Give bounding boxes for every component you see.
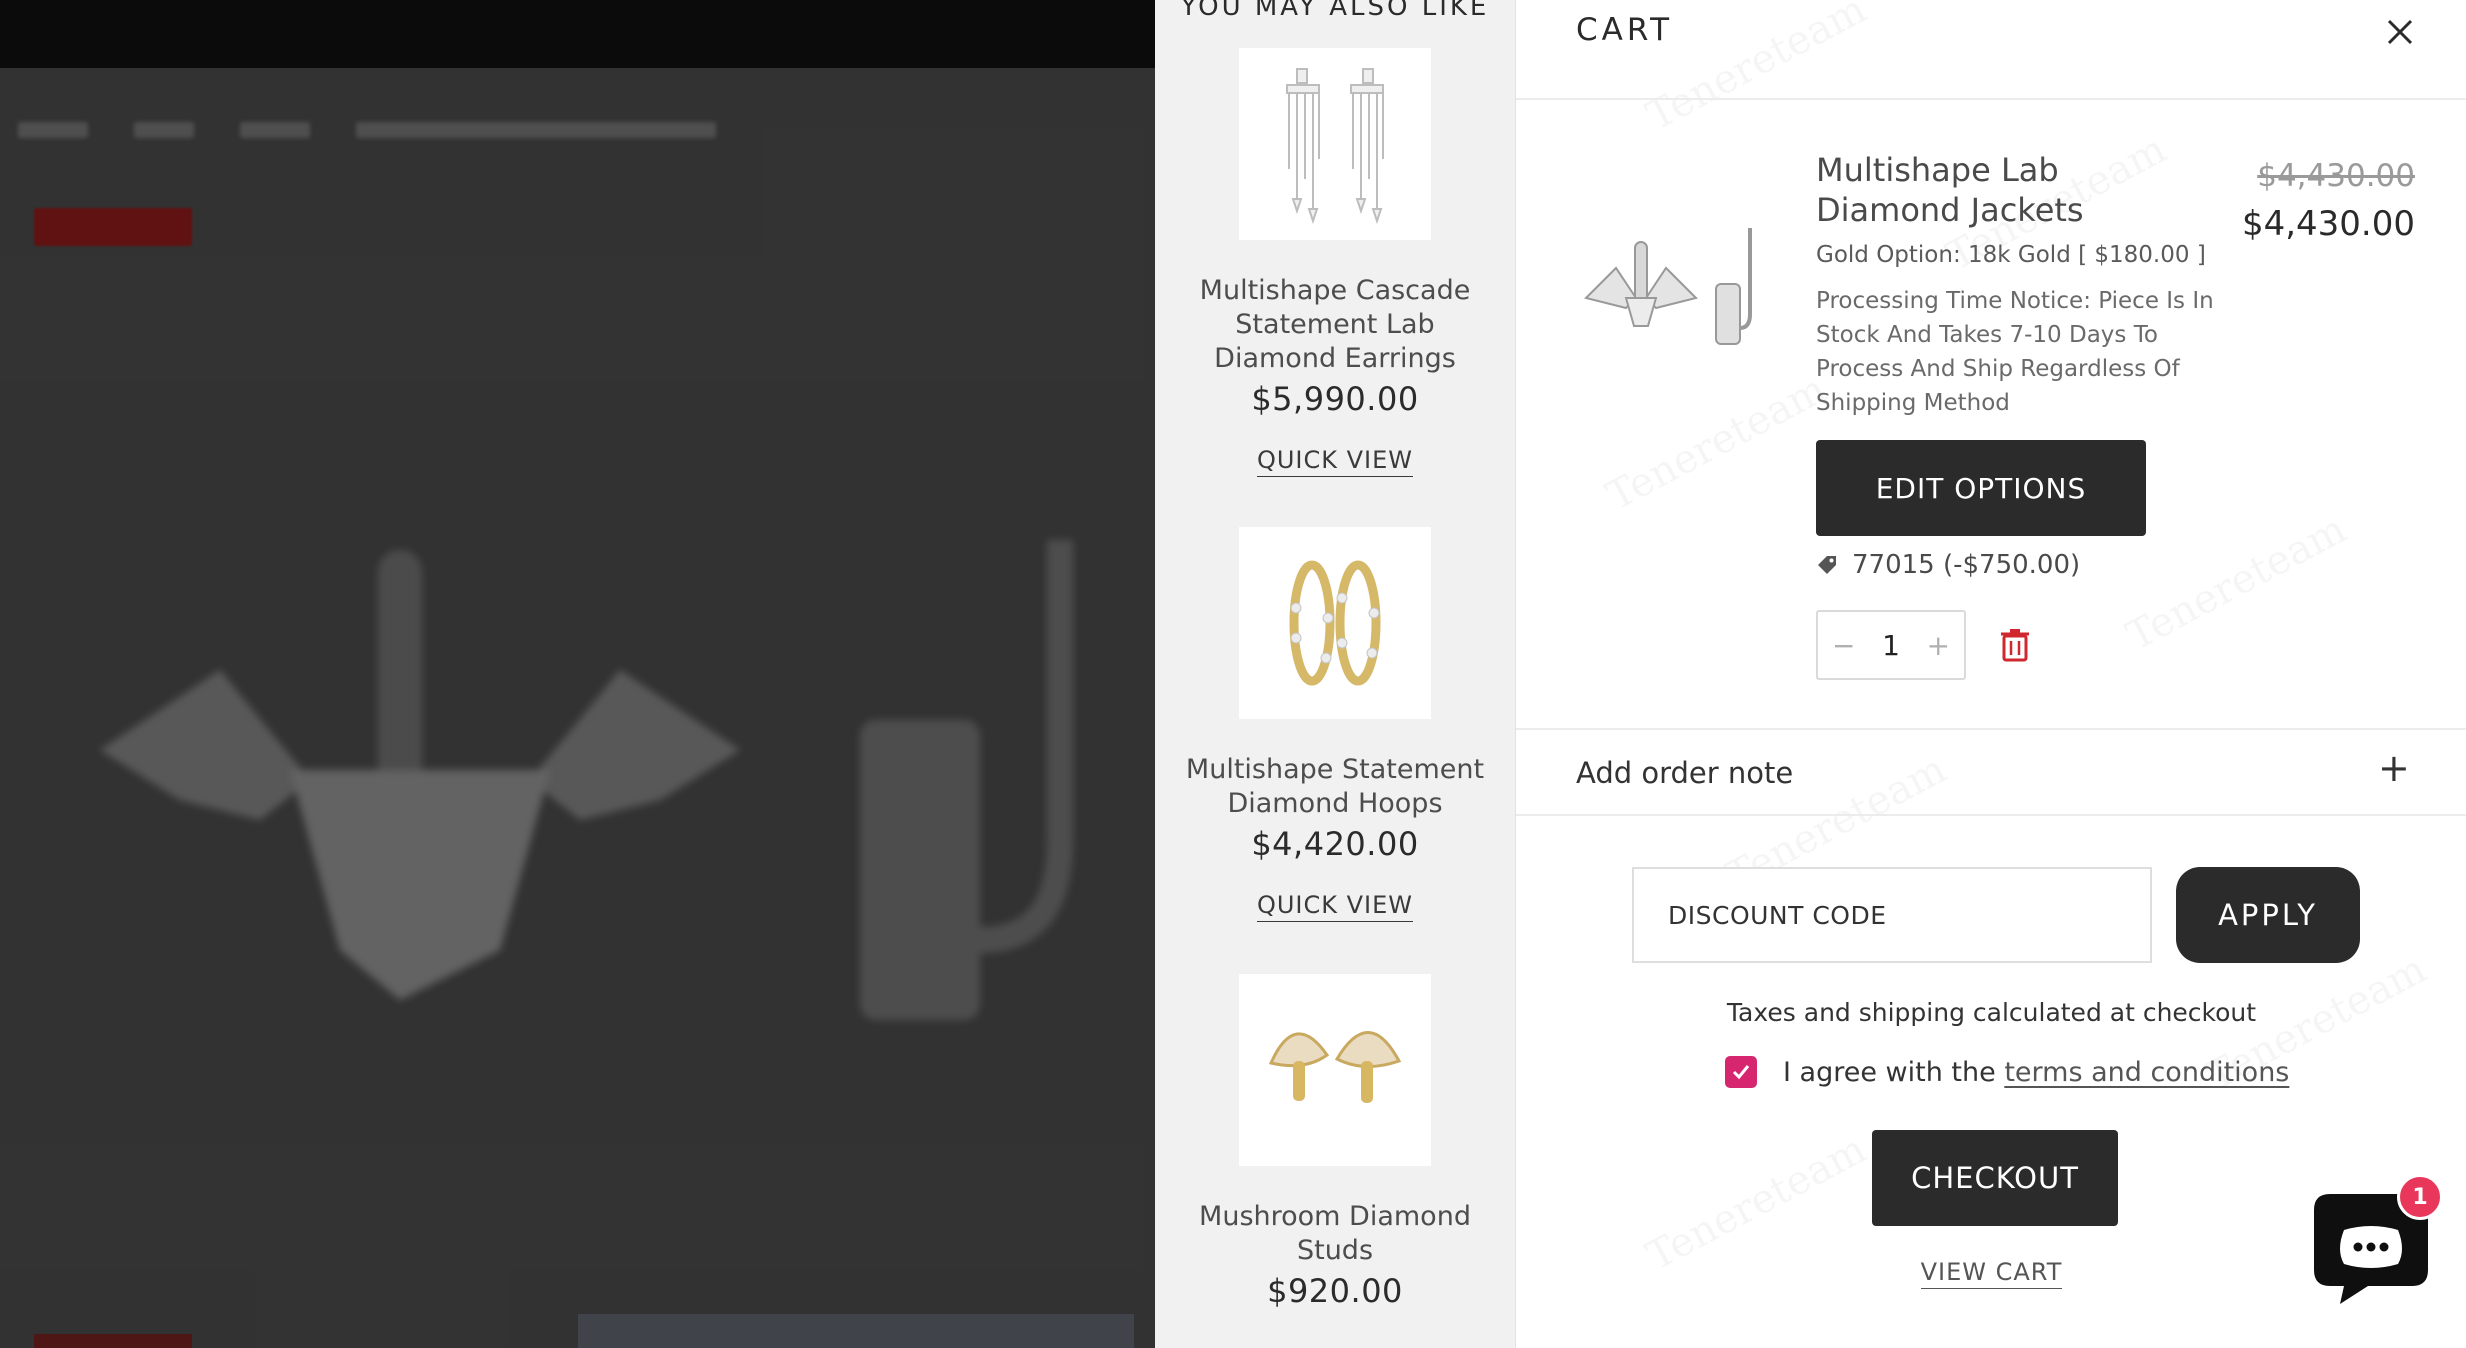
cart-drawer: Tenereteam Tenereteam Tenereteam Teneret… [1515, 0, 2466, 1348]
upsell-item-image[interactable] [1239, 974, 1431, 1166]
upsell-item-name[interactable]: Multishape Statement Diamond Hoops [1155, 753, 1515, 821]
upsell-panel: YOU MAY ALSO LIKE Multishape Cascade Sta… [1155, 0, 1515, 1348]
watermark: Tenereteam [1639, 1126, 1873, 1280]
upsell-item[interactable]: Mushroom Diamond Studs $920.00 [1155, 974, 1515, 1310]
cart-item-price: $4,430.00 [2241, 204, 2415, 244]
upsell-item-name[interactable]: Multishape Cascade Statement Lab Diamond… [1155, 274, 1515, 376]
upsell-item-name[interactable]: Mushroom Diamond Studs [1155, 1200, 1515, 1268]
upsell-item-image[interactable] [1239, 48, 1431, 240]
cart-item-notice: Processing Time Notice: Piece Is In Stoc… [1816, 288, 2214, 416]
upsell-item-price: $4,420.00 [1251, 825, 1419, 863]
terms-agreement: I agree with the terms and conditions [1725, 1056, 2289, 1088]
close-icon[interactable] [2380, 12, 2420, 52]
upsell-title: YOU MAY ALSO LIKE [1180, 0, 1490, 22]
plus-icon[interactable]: + [2378, 746, 2410, 790]
check-icon [1732, 1065, 1750, 1080]
order-note-label: Add order note [1576, 756, 1794, 790]
quantity-increase-button[interactable]: + [1927, 629, 1950, 662]
tag-icon [1818, 556, 1836, 574]
upsell-item[interactable]: Multishape Cascade Statement Lab Diamond… [1155, 48, 1515, 477]
quantity-input[interactable] [1871, 628, 1911, 662]
overlay-dim[interactable] [0, 0, 1155, 1348]
upsell-item-price: $920.00 [1267, 1272, 1403, 1310]
tax-note: Taxes and shipping calculated at checkou… [1726, 998, 2257, 1027]
upsell-item-image[interactable] [1239, 527, 1431, 719]
quantity-stepper: − + [1816, 610, 1966, 680]
apply-discount-button[interactable]: APPLY [2176, 867, 2360, 963]
mushroom-stud-icon [1268, 1031, 1402, 1103]
discount-code-input[interactable] [1632, 867, 2152, 963]
order-note-toggle[interactable]: Add order note + [1516, 728, 2466, 816]
cart-title: CART [1576, 12, 1674, 48]
terms-prefix: I agree with the [1783, 1056, 1996, 1088]
upsell-item-price: $5,990.00 [1251, 380, 1419, 418]
applied-discount-label: 77015 (-$750.00) [1852, 550, 2081, 580]
trash-icon[interactable] [2000, 628, 2030, 662]
terms-link[interactable]: terms and conditions [2004, 1057, 2289, 1088]
cart-item-variant: Gold Option: 18k Gold [ $180.00 ] [1816, 242, 2206, 268]
cart-item-compare-price: $4,430.00 [2257, 158, 2415, 194]
earring-cascade-icon [1286, 68, 1384, 225]
product-thumbnail[interactable] [1576, 198, 1756, 378]
edit-options-button[interactable]: EDIT OPTIONS [1816, 440, 2146, 536]
quantity-decrease-button[interactable]: − [1832, 629, 1855, 662]
notification-badge: 1 [2397, 1174, 2443, 1220]
checkout-button[interactable]: CHECKOUT [1872, 1130, 2118, 1226]
terms-checkbox[interactable] [1725, 1056, 1757, 1088]
quick-view-button[interactable]: QUICK VIEW [1256, 891, 1414, 922]
hoop-earring-icon [1289, 560, 1381, 686]
quick-view-button[interactable]: QUICK VIEW [1256, 446, 1414, 477]
background-product-page [0, 0, 1155, 1348]
upsell-item[interactable]: Multishape Statement Diamond Hoops $4,42… [1155, 527, 1515, 922]
applied-discount: 77015 (-$750.00) [1816, 550, 2080, 580]
cart-header: CART [1516, 0, 2466, 100]
cart-item-name[interactable]: Multishape Lab Diamond Jackets [1816, 150, 2196, 230]
cart-line-item: Multishape Lab Diamond Jackets Gold Opti… [1516, 98, 2466, 730]
view-cart-link[interactable]: VIEW CART [1920, 1258, 2063, 1289]
